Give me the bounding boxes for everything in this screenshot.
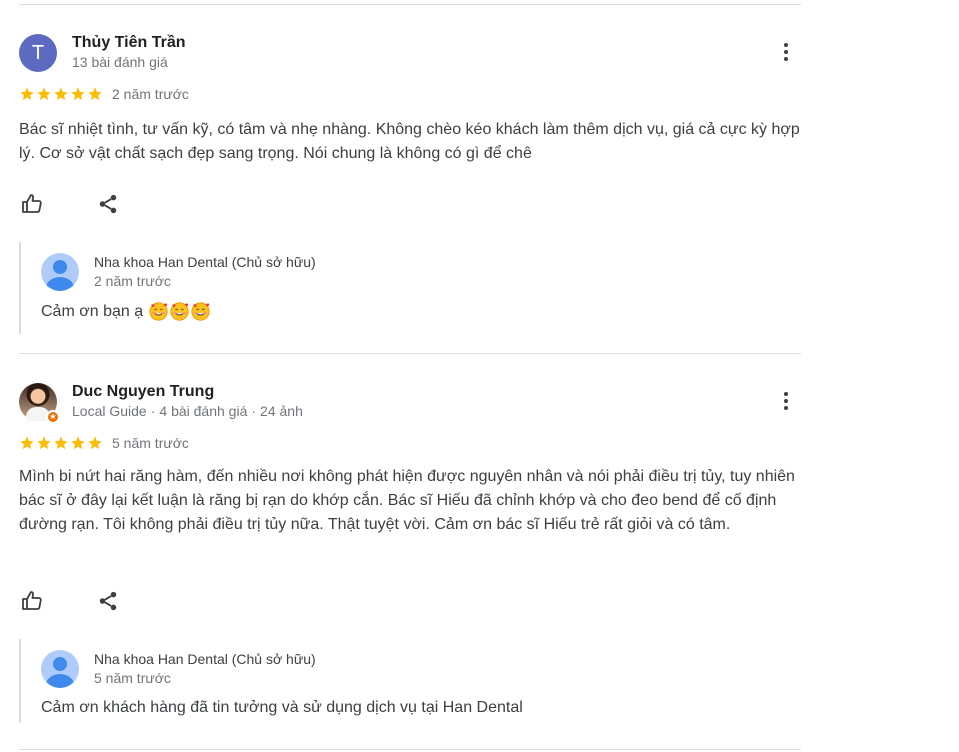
review-actions [19,191,121,217]
star-icon [54,87,68,101]
owner-reply: Nha khoa Han Dental (Chủ sở hữu) 2 năm t… [19,242,781,334]
star-icon [88,87,102,101]
reviewer-name[interactable]: Thủy Tiên Trần [72,34,186,52]
review-time: 2 năm trước [112,86,189,102]
share-button[interactable] [95,191,121,217]
review-text: Bác sĩ nhiệt tình, tư vấn kỹ, có tâm và … [19,121,800,162]
review-text: Mình bi nứt hai răng hàm, đến nhiều nơi … [19,468,795,533]
owner-avatar [41,650,79,688]
share-icon [99,591,117,611]
review-time: 5 năm trước [112,435,189,451]
star-rating [19,435,103,451]
reviewer-meta[interactable]: 13 bài đánh giá [72,54,168,70]
star-rating [19,86,103,102]
like-button[interactable] [19,588,45,614]
review-card: ★ Duc Nguyen Trung Local Guide · 4 bài đán… [19,383,809,723]
more-vert-icon [784,43,788,47]
star-icon [54,436,68,450]
thumb-up-icon [22,194,42,213]
rating-row: 2 năm trước [19,86,189,102]
more-options-button[interactable] [773,387,799,415]
smiling-face-with-hearts-emoji [170,302,189,321]
photo-count: 24 ảnh [260,403,303,419]
star-icon [71,87,85,101]
like-button[interactable] [19,191,45,217]
star-icon [20,87,34,101]
review-divider [19,749,801,750]
share-icon [99,194,117,214]
thumb-up-icon [22,591,42,610]
star-icon [37,87,51,101]
owner-name: Nha khoa Han Dental (Chủ sở hữu) [94,651,316,667]
reviewer-avatar[interactable]: T [19,34,57,72]
more-options-button[interactable] [773,38,799,66]
owner-reply: Nha khoa Han Dental (Chủ sở hữu) 5 năm t… [19,639,781,723]
owner-avatar [41,253,79,291]
share-button[interactable] [95,588,121,614]
star-icon [20,436,34,450]
reply-text: Cảm ơn bạn ạ [41,302,144,320]
reviewer-name[interactable]: Duc Nguyen Trung [72,383,214,401]
star-icon [37,436,51,450]
review-card: T Thủy Tiên Trần 13 bài đánh giá 2 năm t… [19,34,809,334]
review-divider [19,353,801,354]
reply-text-row: Cảm ơn bạn ạ [41,302,210,321]
reply-text: Cảm ơn khách hàng đã tin tưởng và sử dụn… [41,699,523,716]
top-divider [19,4,801,5]
smiling-face-with-hearts-emoji [191,302,210,321]
rating-row: 5 năm trước [19,435,189,451]
person-icon [53,260,67,274]
emoji-group [149,302,210,321]
reviewer-meta[interactable]: Local Guide · 4 bài đánh giá · 24 ảnh [72,403,303,419]
review-actions [19,588,121,614]
reply-time: 2 năm trước [94,273,171,289]
star-icon [71,436,85,450]
reviewer-avatar[interactable]: ★ [19,383,60,424]
local-guide-label: Local Guide [72,403,147,419]
local-guide-badge-icon: ★ [46,410,60,424]
smiling-face-with-hearts-emoji [149,302,168,321]
review-count: 4 bài đánh giá [159,403,248,419]
more-vert-icon [784,392,788,396]
star-icon [88,436,102,450]
owner-name: Nha khoa Han Dental (Chủ sở hữu) [94,254,316,270]
reply-time: 5 năm trước [94,670,171,686]
person-icon [53,657,67,671]
